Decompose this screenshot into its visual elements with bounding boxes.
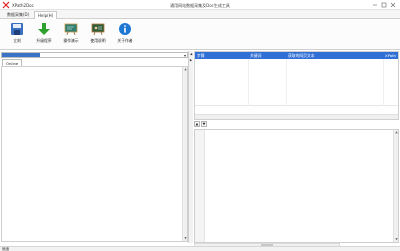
column-xpath[interactable]: XPath	[385, 53, 396, 58]
save-button[interactable]: 立刻	[5, 21, 29, 48]
close-window-icon[interactable]	[390, 2, 396, 8]
column-divider	[383, 59, 384, 106]
browser-pane: ▾ Online ▲ ▼	[0, 51, 189, 243]
about-author-button[interactable]: 关于作者	[113, 21, 137, 48]
column-divider	[286, 59, 287, 106]
output-text-area[interactable]: ▲ ▼	[194, 129, 399, 243]
expand-left-icon[interactable]: ◀	[189, 52, 193, 57]
manual-label: 使用说明	[90, 38, 106, 43]
move-down-button[interactable]: ▼	[201, 121, 207, 127]
window-title: 通用网站数据采集及Doc生成工具	[170, 3, 230, 8]
column-divider	[248, 59, 249, 106]
tab-help[interactable]: Help(H)	[34, 11, 58, 19]
ribbon-toolbar: 立刻 升级程序 操作演示 使用说明 关于作者	[0, 19, 400, 50]
upgrade-label: 升级程序	[36, 38, 52, 43]
info-icon	[119, 23, 131, 35]
horizontal-scrollbar[interactable]	[195, 114, 398, 119]
scroll-down-icon[interactable]: ▼	[183, 236, 188, 241]
results-grid: 步骤 关键词 获取的网页文本 XPath	[194, 51, 399, 120]
pane-splitter[interactable]: ◀ ▶	[189, 51, 193, 243]
chevron-down-icon[interactable]: ▾	[184, 53, 186, 58]
grid-body[interactable]	[195, 59, 398, 106]
chalkboard-icon	[91, 23, 105, 36]
disk-icon	[11, 23, 23, 35]
scroll-down-icon[interactable]: ▼	[394, 237, 399, 242]
title-bar: XPath2Doc 通用网站数据采集及Doc生成工具	[0, 0, 400, 10]
status-bar: 就绪	[0, 246, 400, 251]
vertical-scrollbar[interactable]: ▲ ▼	[182, 67, 187, 241]
download-arrow-icon	[38, 23, 50, 35]
ribbon-tab-strip: 数据采集(D) Help(H)	[0, 10, 400, 19]
save-label: 立刻	[13, 38, 21, 43]
line-gutter	[195, 130, 205, 242]
vertical-scrollbar[interactable]: ▲ ▼	[393, 130, 398, 242]
manual-button[interactable]: 使用说明	[86, 21, 110, 48]
maximize-icon[interactable]	[381, 2, 387, 8]
url-select[interactable]: ▾	[1, 52, 188, 58]
demo-button[interactable]: 操作演示	[59, 21, 83, 48]
presentation-board-icon	[64, 23, 78, 36]
about-author-label: 关于作者	[117, 38, 133, 43]
scroll-up-icon[interactable]: ▲	[183, 67, 188, 72]
scroll-up-icon[interactable]: ▲	[394, 130, 399, 135]
tab-online[interactable]: Online	[2, 59, 23, 66]
demo-label: 操作演示	[63, 38, 79, 43]
selected-highlight	[2, 53, 40, 57]
status-text: 就绪	[2, 247, 9, 251]
browser-view[interactable]: ▲ ▼	[1, 66, 188, 242]
upgrade-button[interactable]: 升级程序	[32, 21, 56, 48]
grid-header: 步骤 关键词 获取的网页文本 XPath	[195, 52, 398, 59]
minimize-icon[interactable]	[372, 2, 378, 8]
tab-data-collection[interactable]: 数据采集(D)	[4, 11, 32, 19]
expand-right-icon[interactable]: ▶	[189, 58, 193, 63]
move-up-button[interactable]: ▲	[194, 121, 200, 127]
